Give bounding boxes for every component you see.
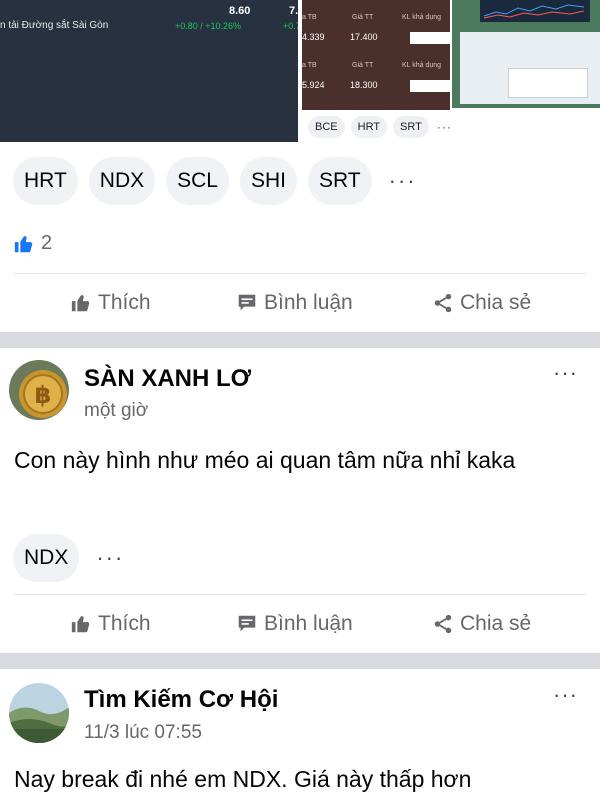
table-header: KL khả dụng	[402, 14, 442, 21]
post-author-name[interactable]: SÀN XANH LƠ	[84, 365, 251, 393]
divider	[13, 594, 587, 595]
document-panel	[508, 68, 588, 98]
document-thumbnail	[460, 32, 600, 104]
post-tag-row: HRT NDX SCL SHI SRT ···	[13, 157, 417, 205]
share-icon	[434, 614, 452, 634]
comment-icon	[238, 615, 256, 632]
tag-chip-shi[interactable]: SHI	[239, 157, 297, 205]
share-button[interactable]: Chia sẻ	[432, 604, 531, 644]
table-header: KL khả dụng	[402, 62, 442, 69]
stock-screenshot-image[interactable]: n tải Đường sắt Sài Gòn 8.60 7. +0.80 / …	[0, 0, 298, 142]
table-cell: 4.339	[302, 32, 325, 42]
post-action-bar: Thích Bình luận Chia sẻ	[0, 283, 600, 323]
avatar[interactable]	[9, 683, 69, 743]
tag-chip-ndx[interactable]: NDX	[13, 534, 80, 582]
thumbs-up-icon	[71, 616, 90, 633]
comment-icon	[238, 294, 256, 311]
post-separator	[0, 653, 600, 669]
post-options-icon[interactable]: ···	[553, 360, 578, 386]
post-body: Nay break đi nhé em NDX. Giá này thấp hơ…	[14, 766, 472, 792]
table-cell: 17.400	[350, 32, 378, 42]
table-cell-blank	[410, 32, 450, 44]
thumbs-up-icon	[71, 295, 90, 312]
stock-price: 8.60	[229, 5, 251, 17]
stock-change: +0.80 / +10.26%	[175, 21, 242, 31]
more-tags-icon[interactable]: ···	[435, 120, 452, 134]
post-action-bar: Thích Bình luận Chia sẻ	[0, 604, 600, 644]
stock-name: n tải Đường sắt Sài Gòn	[0, 20, 109, 31]
like-button[interactable]: Thích	[70, 283, 151, 323]
document-screenshot-image[interactable]	[452, 0, 600, 108]
like-label: Thích	[98, 291, 151, 314]
chart-line-icon	[483, 4, 585, 19]
divider	[13, 273, 587, 274]
tag-chip[interactable]: SRT	[393, 116, 429, 138]
more-tags-icon[interactable]: ···	[383, 168, 417, 194]
tag-chip[interactable]: BCE	[308, 116, 345, 138]
table-header: a TB	[302, 62, 317, 69]
comment-button[interactable]: Bình luận	[236, 604, 353, 644]
post-media-collage[interactable]: n tải Đường sắt Sài Gòn 8.60 7. +0.80 / …	[0, 0, 600, 146]
share-button[interactable]: Chia sẻ	[432, 283, 531, 323]
tag-chip-scl[interactable]: SCL	[166, 157, 229, 205]
tag-chip-ndx[interactable]: NDX	[88, 157, 156, 205]
like-label: Thích	[98, 612, 151, 635]
like-reaction-icon	[14, 235, 33, 252]
post-timestamp[interactable]: 11/3 lúc 07:55	[84, 722, 202, 744]
post-body: Con này hình như méo ai quan tâm nữa nhỉ…	[14, 447, 516, 473]
order-table-image[interactable]: a TB Giá TT KL khả dụng 4.339 17.400 a T…	[302, 0, 450, 110]
more-tags-icon[interactable]: ···	[90, 545, 124, 571]
tag-chip-hrt[interactable]: HRT	[13, 157, 78, 205]
share-label: Chia sẻ	[460, 291, 532, 314]
table-header: Giá TT	[352, 62, 374, 69]
media-tag-row: BCE HRT SRT ···	[308, 116, 452, 138]
table-row: a TB Giá TT KL khả dụng 5.924 18.300	[302, 58, 450, 108]
share-icon	[434, 293, 452, 313]
comment-button[interactable]: Bình luận	[236, 283, 353, 323]
comment-label: Bình luận	[264, 612, 353, 635]
post-author-name[interactable]: Tìm Kiếm Cơ Hội	[84, 686, 278, 714]
landscape-avatar-icon	[9, 683, 69, 743]
mini-chart-thumbnail	[480, 0, 590, 22]
tag-chip-srt[interactable]: SRT	[308, 157, 372, 205]
avatar[interactable]: ฿	[9, 360, 69, 420]
post-timestamp[interactable]: một giờ	[84, 400, 148, 422]
table-header: a TB	[302, 14, 317, 21]
reaction-summary[interactable]: 2	[13, 232, 52, 255]
table-cell: 18.300	[350, 80, 378, 90]
table-cell: 5.924	[302, 80, 325, 90]
stock-price-secondary: 7.	[289, 5, 298, 17]
reaction-count: 2	[41, 232, 53, 254]
post-options-icon[interactable]: ···	[553, 682, 578, 708]
stock-change-secondary: +0.70	[283, 21, 298, 31]
table-row: a TB Giá TT KL khả dụng 4.339 17.400	[302, 10, 450, 60]
like-button[interactable]: Thích	[70, 604, 151, 644]
table-cell-blank	[410, 80, 450, 92]
table-header: Giá TT	[352, 14, 374, 21]
comment-label: Bình luận	[264, 291, 353, 314]
share-label: Chia sẻ	[460, 612, 532, 635]
bitcoin-avatar-icon: ฿	[9, 360, 69, 420]
post-tag-row: NDX ···	[13, 534, 124, 582]
tag-chip[interactable]: HRT	[350, 116, 388, 138]
svg-text:฿: ฿	[35, 381, 52, 409]
post-separator	[0, 332, 600, 348]
